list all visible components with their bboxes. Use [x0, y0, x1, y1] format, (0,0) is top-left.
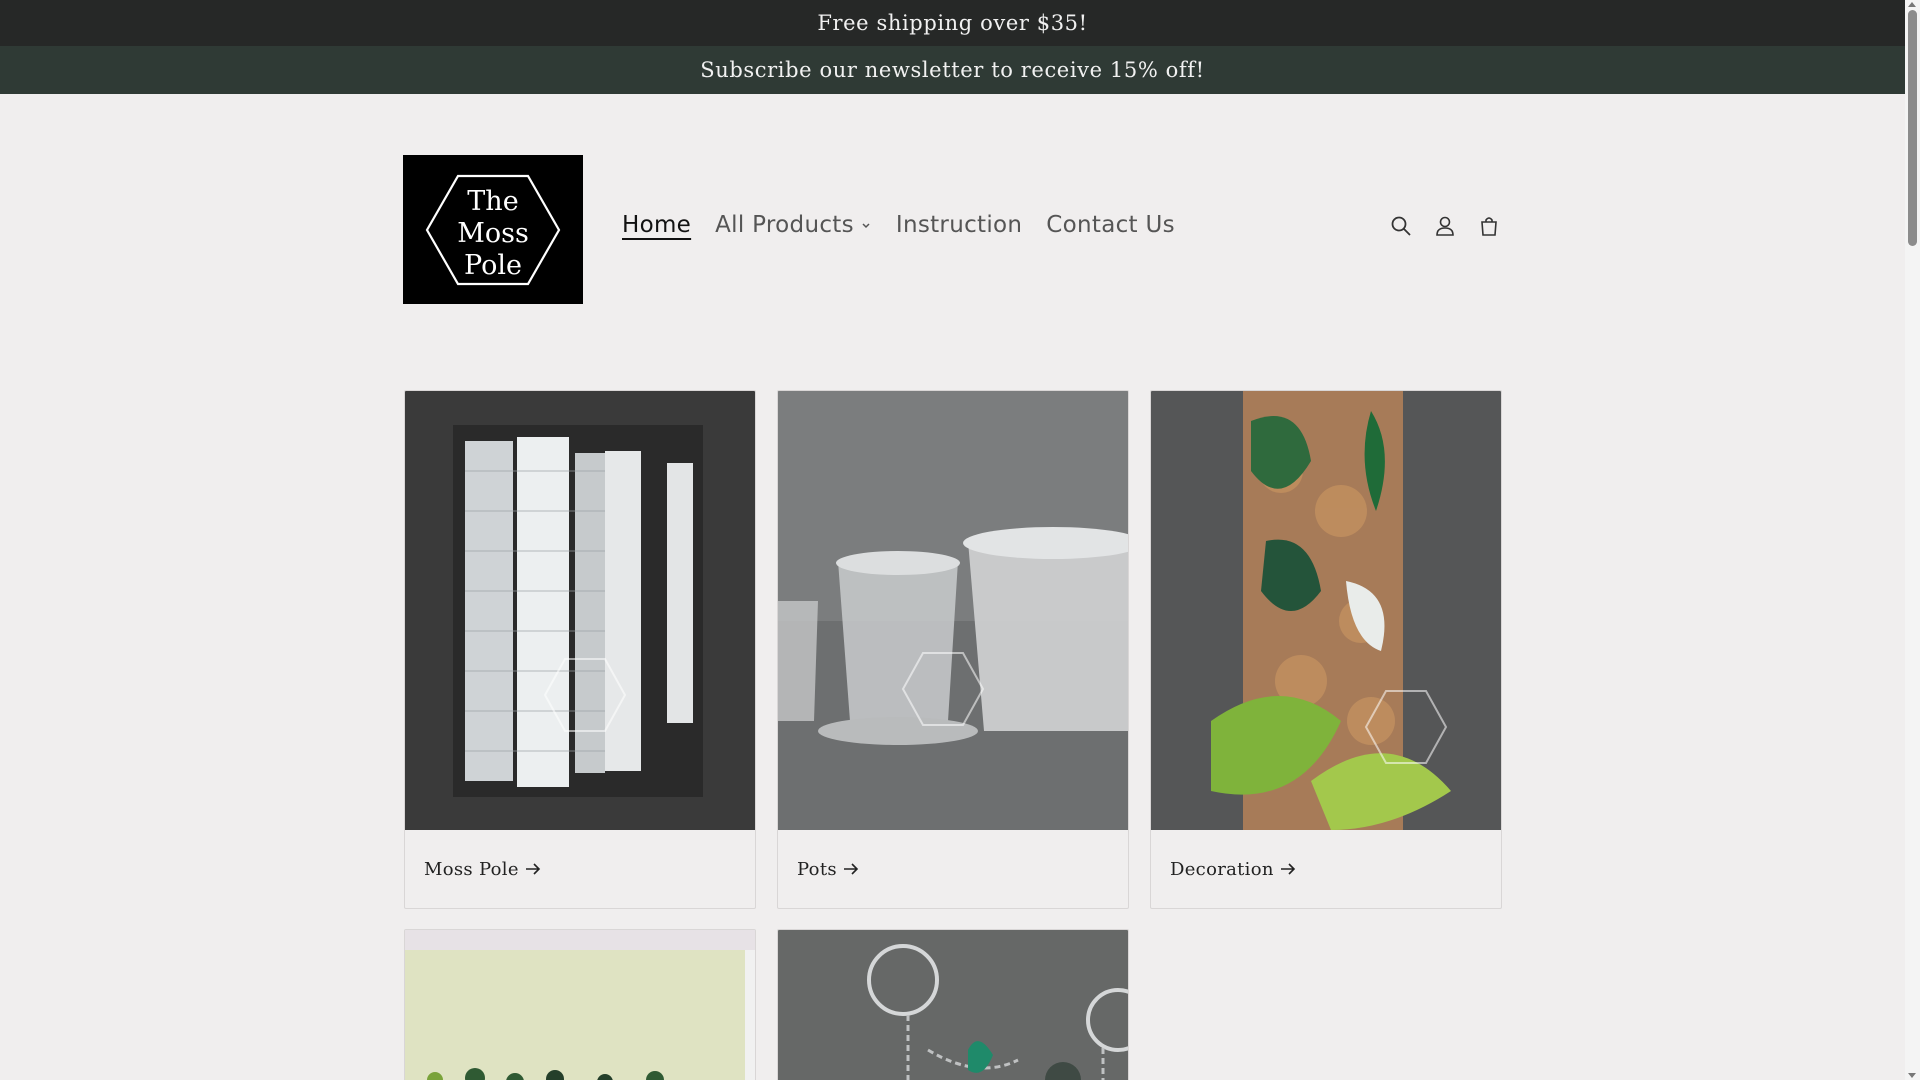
collection-link[interactable]: Decoration [1151, 830, 1501, 908]
announcement-bar-shipping: Free shipping over $35! [0, 0, 1905, 46]
site-logo[interactable]: The Moss Pole [403, 155, 583, 304]
nav-item-home[interactable]: Home [622, 212, 691, 238]
collection-title: Decoration [1170, 858, 1274, 880]
collection-card-moss-pole[interactable]: Moss Pole [404, 390, 756, 909]
nav-item-instruction[interactable]: Instruction [896, 212, 1022, 238]
collection-card-5[interactable] [777, 929, 1129, 1080]
header-icons [1390, 215, 1500, 237]
site-header: The Moss Pole Home All Products Instruct… [0, 94, 1905, 354]
collection-image-moss-pole [405, 391, 755, 830]
chevron-down-icon [862, 223, 870, 229]
arrow-right-icon [1280, 863, 1295, 875]
announcement-text: Subscribe our newsletter to receive 15% … [700, 58, 1205, 82]
collection-image-pots [778, 391, 1128, 830]
announcement-bar-newsletter[interactable]: Subscribe our newsletter to receive 15% … [0, 46, 1905, 94]
page: Free shipping over $35! Subscribe our ne… [0, 0, 1905, 1080]
scrollbar[interactable] [1905, 0, 1920, 1080]
logo-hexagon-icon: The Moss Pole [425, 174, 561, 285]
nav-label: Instruction [895, 212, 1023, 238]
nav-label: All Products [715, 212, 854, 238]
main-nav: Home All Products Instruction Contact Us [622, 212, 1175, 238]
scroll-up-icon[interactable] [1908, 2, 1916, 7]
scrollbar-thumb[interactable] [1908, 10, 1917, 246]
account-icon[interactable] [1434, 215, 1456, 237]
collection-link[interactable]: Pots [778, 830, 1128, 908]
logo-text-line1: The [467, 186, 518, 217]
search-icon[interactable] [1390, 215, 1412, 237]
collection-link[interactable]: Moss Pole [405, 830, 755, 908]
cart-icon[interactable] [1478, 215, 1500, 237]
nav-item-contact-us[interactable]: Contact Us [1046, 212, 1175, 238]
nav-label: Home [622, 212, 692, 238]
logo-text-line2: Moss [457, 218, 529, 249]
collection-card-4[interactable] [404, 929, 756, 1080]
collection-card-pots[interactable]: Pots [777, 390, 1129, 909]
collection-image-decoration [1151, 391, 1501, 830]
logo-text-line3: Pole [464, 250, 522, 281]
collection-title: Moss Pole [424, 858, 519, 880]
collection-card-decoration[interactable]: Decoration [1150, 390, 1502, 909]
nav-label: Contact Us [1046, 212, 1175, 238]
collection-title: Pots [797, 858, 837, 880]
announcement-text: Free shipping over $35! [817, 11, 1088, 35]
scroll-down-icon[interactable] [1908, 1073, 1916, 1078]
arrow-right-icon [843, 863, 859, 875]
collection-image-4 [405, 930, 755, 1080]
collection-image-5 [778, 930, 1128, 1080]
nav-item-all-products[interactable]: All Products [715, 212, 872, 238]
arrow-right-icon [525, 863, 540, 875]
